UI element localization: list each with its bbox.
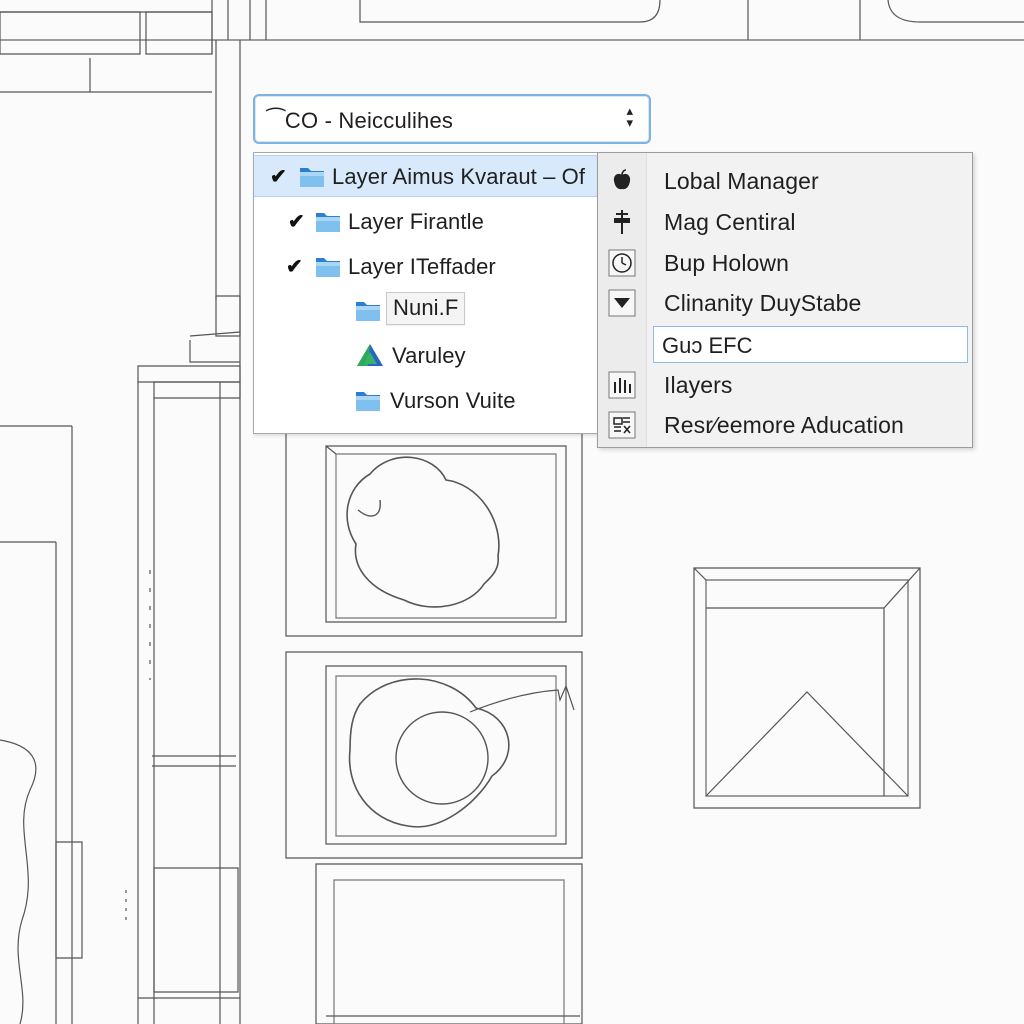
- menu-item-ilayers[interactable]: Ilayers: [598, 365, 972, 405]
- layer-selector-value: ⁀CO - Neicculihes: [267, 108, 454, 133]
- layer-row[interactable]: ✔ Layer Firantle: [254, 201, 598, 241]
- clock-icon: [608, 249, 636, 277]
- checkmark-icon[interactable]: ✔: [270, 164, 287, 189]
- updown-spinner-icon[interactable]: ▴ ▾: [626, 104, 633, 129]
- menu-item-lobal-manager[interactable]: Lobal Manager: [598, 161, 972, 201]
- menu-item-bup-holown[interactable]: Bup Holown: [598, 243, 972, 283]
- rename-input-value: Guɔ EFC: [662, 333, 753, 358]
- layer-row[interactable]: Varuley: [254, 335, 598, 375]
- checkmark-icon[interactable]: ✔: [286, 254, 303, 279]
- grid-icon: [608, 411, 636, 439]
- layer-selector-dropdown[interactable]: ⁀CO - Neicculihes ▴ ▾: [253, 94, 651, 144]
- folder-icon: [356, 302, 380, 321]
- bar-chart-icon: [608, 371, 636, 399]
- folder-icon: [316, 258, 340, 277]
- menu-item-label: Mag Centiral: [664, 209, 796, 235]
- apple-icon: [613, 169, 631, 190]
- menu-item-mag-centiral[interactable]: Mag Centiral: [598, 202, 972, 242]
- layer-label: Vurson Vuite: [390, 388, 516, 413]
- layer-label: Layer Firantle: [348, 209, 484, 234]
- menu-item-label: Ilayers: [664, 372, 733, 398]
- rename-input[interactable]: Guɔ EFC: [653, 326, 968, 363]
- dropdown-arrow-icon: [608, 289, 636, 317]
- menu-item-label: Lobal Manager: [664, 168, 819, 194]
- layer-label: Varuley: [392, 343, 466, 368]
- triangle-layer-icon: [357, 344, 383, 366]
- layer-label[interactable]: Nuni.F: [386, 292, 466, 325]
- folder-icon: [300, 168, 324, 187]
- layer-list-panel: ✔ Layer Aimus Kvaraut – Of ✔ Layer Firan…: [253, 152, 599, 434]
- menu-item-label: Resr⁄eemore Aducation: [664, 412, 904, 438]
- folder-icon: [316, 213, 340, 232]
- menu-item-clinanity-duystabe[interactable]: Clinanity DuyStabe: [598, 283, 972, 323]
- layer-row[interactable]: Vurson Vuite: [254, 380, 598, 420]
- left-column-lines: [0, 40, 240, 1024]
- layer-label: Layer Aimus Kvaraut – Of: [332, 164, 586, 189]
- menu-item-label: Clinanity DuyStabe: [664, 290, 862, 316]
- layer-row[interactable]: Nuni.F: [254, 290, 598, 330]
- menu-item-resreemore-aducation[interactable]: Resr⁄eemore Aducation: [598, 405, 972, 445]
- right-frame-drawing: [694, 568, 920, 808]
- sketch-panel-3: [316, 864, 582, 1024]
- pin-icon: [614, 210, 630, 234]
- layer-row[interactable]: ✔ Layer Aimus Kvaraut – Of: [254, 155, 598, 197]
- layer-label: Layer ITeffader: [348, 254, 496, 279]
- top-frame-lines: [0, 0, 1024, 54]
- sketch-panel-2: [286, 652, 582, 858]
- context-menu: Lobal Manager Mag Centiral Bup Holown Cl…: [597, 152, 973, 448]
- layer-row[interactable]: ✔ Layer ITeffader: [254, 246, 598, 286]
- menu-item-label: Bup Holown: [664, 250, 790, 276]
- sketch-panel-1: [286, 430, 582, 636]
- folder-icon: [356, 392, 380, 411]
- checkmark-icon[interactable]: ✔: [288, 209, 305, 234]
- menu-item-rename-field[interactable]: Guɔ EFC: [598, 325, 972, 365]
